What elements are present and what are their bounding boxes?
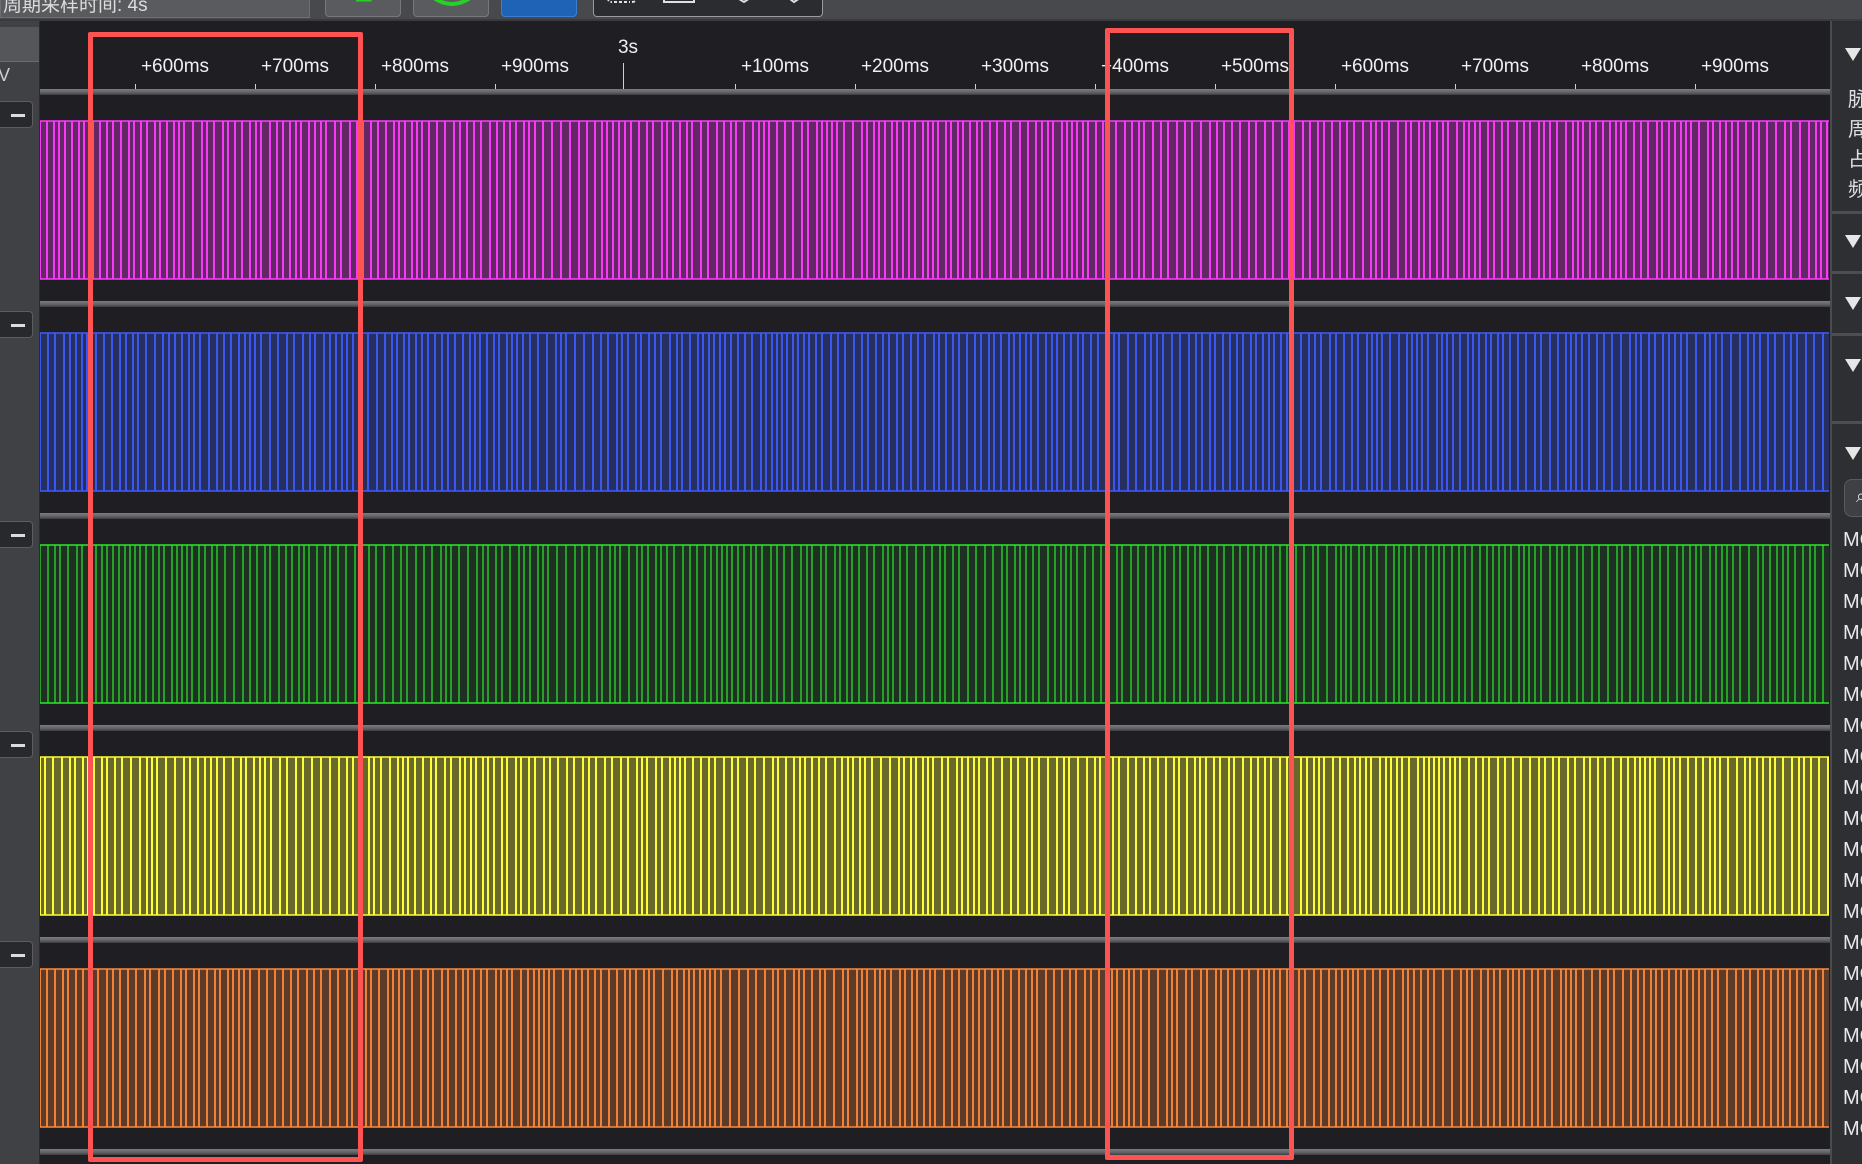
ruler-major-label: 3s bbox=[617, 37, 639, 58]
collapse-triangle-icon[interactable] bbox=[1845, 447, 1861, 460]
measurement-panel: 脉 周 占 频 ⌕ MC MC MC MC MC MC MC MC MC MC MC MC MC MC MC… bbox=[1830, 21, 1862, 1164]
section-divider bbox=[1832, 211, 1862, 214]
channel-3-trace bbox=[40, 544, 1829, 704]
waveform-area[interactable]: 3s +600ms +700ms +800ms +900ms +100ms +200ms +… bbox=[40, 21, 1830, 1164]
measure-label: 脉 bbox=[1848, 83, 1862, 112]
collapse-triangle-icon[interactable] bbox=[1845, 359, 1861, 372]
result-list-item[interactable]: MC bbox=[1843, 839, 1862, 862]
channel-3-waveform[interactable] bbox=[40, 519, 1829, 725]
result-list-item[interactable]: MC bbox=[1843, 808, 1862, 831]
collapse-triangle-icon[interactable] bbox=[1845, 48, 1861, 61]
section-divider bbox=[1832, 271, 1862, 274]
channel-2-trace bbox=[40, 332, 1829, 492]
channel-4-trace bbox=[40, 756, 1829, 916]
ruler-tick-label: +600ms bbox=[140, 56, 210, 77]
result-list-item[interactable]: MC bbox=[1843, 715, 1862, 738]
channel-4-waveform[interactable] bbox=[40, 731, 1829, 937]
result-list-item[interactable]: MC bbox=[1843, 777, 1862, 800]
channel-5-trace bbox=[40, 968, 1829, 1128]
axis-unit-label: V bbox=[0, 65, 11, 85]
section-divider bbox=[1832, 333, 1862, 336]
channel-panel: V bbox=[0, 21, 40, 1164]
measure-label: 周 bbox=[1848, 113, 1862, 142]
measure-label: 频 bbox=[1848, 173, 1862, 202]
ruler-tick-label: +700ms bbox=[260, 56, 330, 77]
channel-3-collapse-button[interactable] bbox=[0, 521, 33, 548]
active-mode-button[interactable] bbox=[501, 0, 577, 17]
time-ruler[interactable]: 3s +600ms +700ms +800ms +900ms +100ms +200ms +… bbox=[40, 21, 1830, 92]
result-list-item[interactable]: MC bbox=[1843, 529, 1862, 552]
ruler-tick-label: +200ms bbox=[860, 56, 930, 77]
channel-1-trace bbox=[40, 120, 1829, 280]
ruler-major-tick bbox=[623, 63, 624, 92]
result-list-item[interactable]: MC bbox=[1843, 560, 1862, 583]
ruler-tick-label: +400ms bbox=[1100, 56, 1170, 77]
channel-separator bbox=[40, 1149, 1830, 1155]
result-list-item[interactable]: MC bbox=[1843, 994, 1862, 1017]
collapse-triangle-icon[interactable] bbox=[1845, 297, 1861, 310]
section-divider bbox=[1832, 421, 1862, 424]
toolbar: 周期采样时间: 4s bbox=[0, 0, 1862, 21]
result-list-item[interactable]: MC bbox=[1843, 653, 1862, 676]
measure-label: 占 bbox=[1848, 143, 1862, 172]
channel-5-waveform[interactable] bbox=[40, 943, 1829, 1149]
result-list-item[interactable]: MC bbox=[1843, 901, 1862, 924]
channel-1-collapse-button[interactable] bbox=[0, 101, 33, 128]
search-icon: ⌕ bbox=[1856, 486, 1862, 507]
ruler-tick-label: +900ms bbox=[1700, 56, 1770, 77]
ruler-tick-label: +800ms bbox=[380, 56, 450, 77]
channel-4-collapse-button[interactable] bbox=[0, 731, 33, 758]
cursor-tools[interactable] bbox=[593, 0, 823, 17]
run-button[interactable] bbox=[325, 0, 401, 17]
result-list-item[interactable]: MC bbox=[1843, 932, 1862, 955]
channel-panel-header bbox=[0, 27, 39, 62]
channel-2-waveform[interactable] bbox=[40, 307, 1829, 513]
result-list-item[interactable]: MC bbox=[1843, 1025, 1862, 1048]
result-list-item[interactable]: MC bbox=[1843, 1056, 1862, 1079]
result-list-item[interactable]: MC bbox=[1843, 684, 1862, 707]
ruler-tick-label: +100ms bbox=[740, 56, 810, 77]
cursor-icons bbox=[607, 0, 799, 4]
ruler-tick-label: +500ms bbox=[1220, 56, 1290, 77]
result-list-item[interactable]: MC bbox=[1843, 963, 1862, 986]
sample-time-label: 周期采样时间: 4s bbox=[3, 0, 148, 16]
result-list-item[interactable]: MC bbox=[1843, 746, 1862, 769]
loop-button[interactable] bbox=[413, 0, 489, 17]
search-button[interactable]: ⌕ bbox=[1844, 479, 1862, 517]
pulse-fill bbox=[40, 545, 1829, 703]
sample-time-field[interactable]: 周期采样时间: 4s bbox=[0, 0, 310, 18]
ruler-tick-label: +700ms bbox=[1460, 56, 1530, 77]
ruler-tick-label: +600ms bbox=[1340, 56, 1410, 77]
arrow-icon bbox=[356, 0, 372, 2]
channel-1-waveform[interactable] bbox=[40, 95, 1829, 301]
result-list-item[interactable]: MC bbox=[1843, 1118, 1862, 1141]
collapse-triangle-icon[interactable] bbox=[1845, 235, 1861, 248]
result-list-item[interactable]: MC bbox=[1843, 1087, 1862, 1110]
channel-5-collapse-button[interactable] bbox=[0, 941, 33, 968]
result-list-item[interactable]: MC bbox=[1843, 591, 1862, 614]
pulse-fill bbox=[40, 757, 1829, 915]
ruler-tick-label: +800ms bbox=[1580, 56, 1650, 77]
ruler-tick-label: +300ms bbox=[980, 56, 1050, 77]
ruler-tick-label: +900ms bbox=[500, 56, 570, 77]
result-list-item[interactable]: MC bbox=[1843, 622, 1862, 645]
result-list-item[interactable]: MC bbox=[1843, 870, 1862, 893]
loop-icon bbox=[433, 0, 471, 6]
channel-2-collapse-button[interactable] bbox=[0, 311, 33, 338]
